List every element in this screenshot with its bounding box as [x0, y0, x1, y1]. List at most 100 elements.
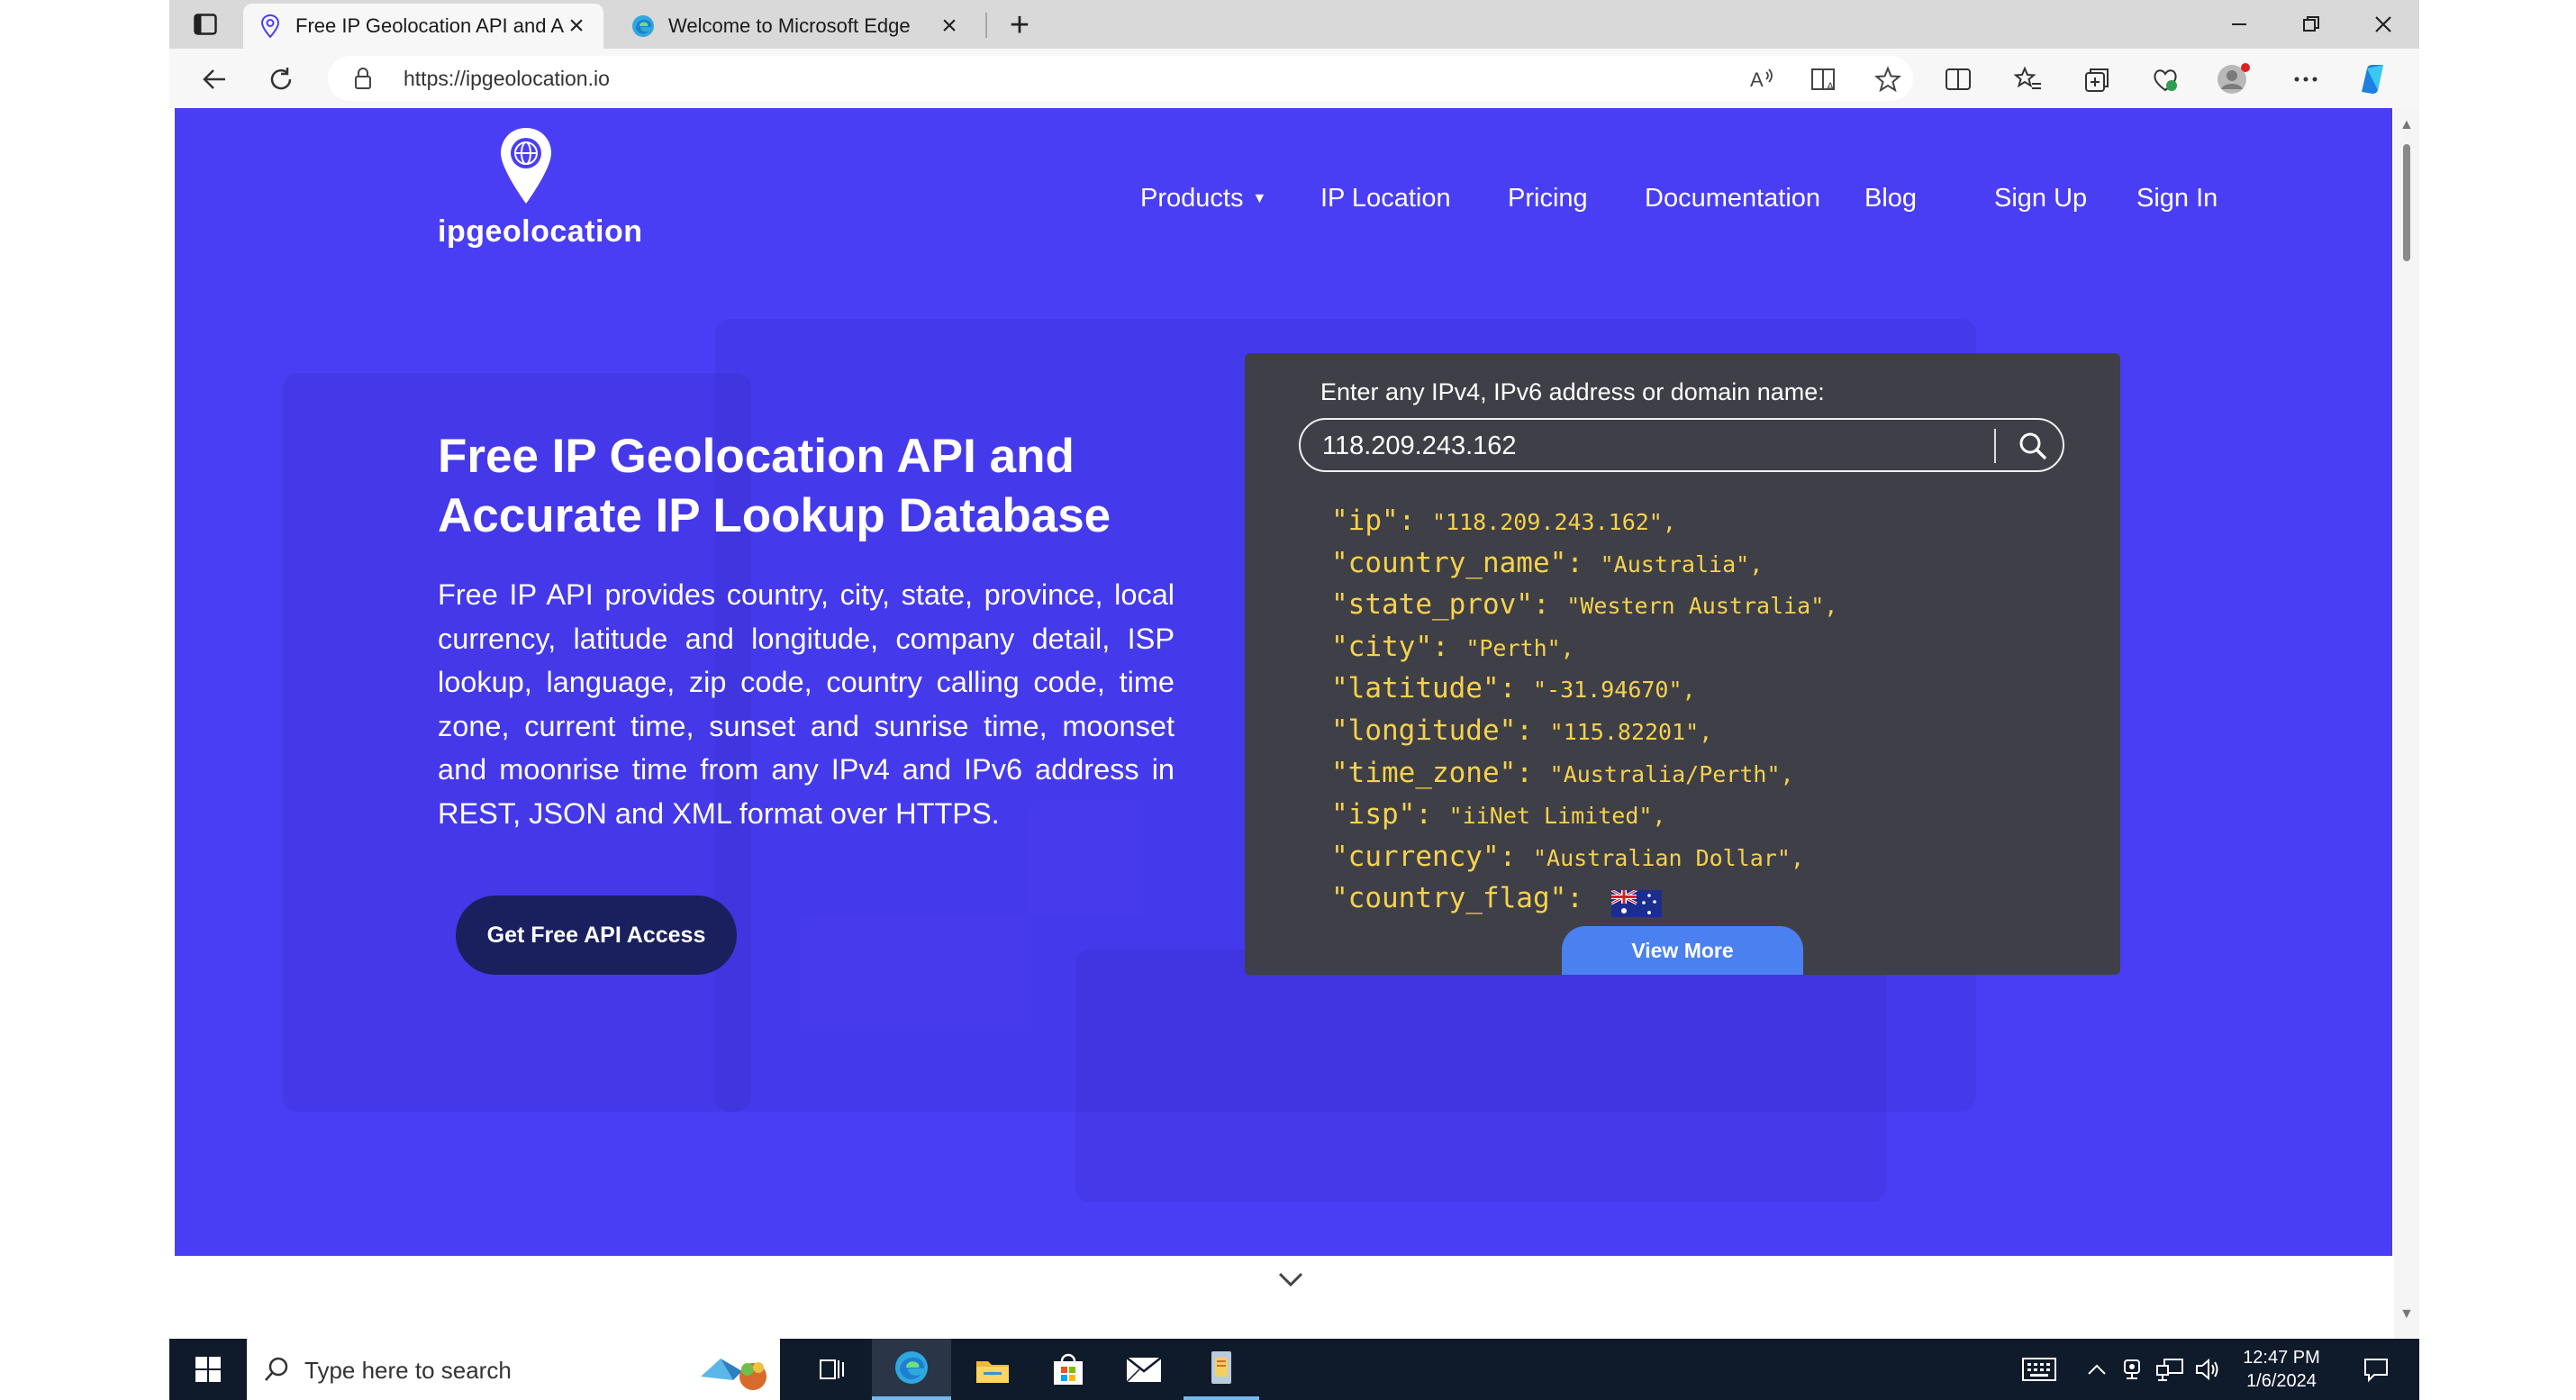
- nav-ip-location[interactable]: IP Location: [1320, 184, 1451, 214]
- json-key: "country_flag":: [1331, 882, 1601, 915]
- scrollbar-thumb[interactable]: [2403, 144, 2410, 261]
- minimize-icon[interactable]: [2203, 0, 2275, 49]
- tab-microsoft-edge[interactable]: Welcome to Microsoft Edge ×: [616, 4, 976, 49]
- tab-title: Free IP Geolocation API and Accu: [295, 14, 564, 37]
- notifications-icon[interactable]: [2349, 1339, 2403, 1400]
- page-viewport: ipgeolocation Products ▼ IP Location Pric…: [175, 108, 2392, 1339]
- clock-date: 1/6/2024: [2246, 1371, 2317, 1391]
- mail-icon[interactable]: [1106, 1339, 1182, 1400]
- tab-actions-button[interactable]: [187, 8, 223, 41]
- search-placeholder[interactable]: Type here to search: [304, 1357, 512, 1385]
- json-key: "latitude":: [1331, 672, 1533, 705]
- json-value: "Western Australia",: [1566, 593, 1838, 620]
- scroll-up-icon[interactable]: ▲: [2399, 117, 2414, 133]
- nav-documentation[interactable]: Documentation: [1645, 184, 1820, 214]
- refresh-icon[interactable]: [261, 59, 301, 99]
- system-clock[interactable]: 12:47 PM 1/6/2024: [2232, 1346, 2331, 1393]
- tab-ipgeolocation[interactable]: Free IP Geolocation API and Accu ×: [243, 4, 603, 49]
- json-value: "-31.94670",: [1532, 677, 1696, 704]
- edge-icon: [630, 14, 656, 39]
- edge-taskbar-icon[interactable]: [872, 1339, 951, 1400]
- json-key: "isp":: [1331, 798, 1449, 832]
- new-tab-icon[interactable]: +: [1002, 6, 1038, 44]
- close-tab-icon[interactable]: ×: [937, 11, 962, 41]
- json-key: "ip":: [1331, 505, 1432, 537]
- nav-products[interactable]: Products ▼: [1140, 184, 1266, 214]
- json-line: "longitude": "115.82201",: [1331, 714, 1837, 757]
- json-line: "currency": "Australian Dollar",: [1331, 841, 1837, 883]
- json-value: "Australia",: [1600, 550, 1764, 577]
- tab-divider: [985, 13, 987, 38]
- json-line: "isp": "iiNet Limited",: [1331, 798, 1837, 841]
- json-line: "ip": "118.209.243.162",: [1331, 505, 1837, 547]
- json-value: "118.209.243.162",: [1431, 509, 1676, 535]
- file-explorer-icon[interactable]: [955, 1339, 1030, 1400]
- get-free-api-access-button[interactable]: Get Free API Access: [456, 895, 737, 975]
- immersive-reader-icon[interactable]: A: [1805, 59, 1845, 99]
- nav-pricing[interactable]: Pricing: [1508, 184, 1588, 214]
- network-icon[interactable]: [2151, 1339, 2189, 1400]
- address-toolbar: https://ipgeolocation.io A A: [169, 49, 2419, 108]
- json-value: "Perth",: [1465, 634, 1574, 661]
- ip-search-input[interactable]: 118.209.243.162: [1299, 418, 2064, 472]
- more-options-icon[interactable]: [2286, 59, 2326, 99]
- browser-essentials-icon[interactable]: [2145, 59, 2185, 99]
- json-line: "city": "Perth",: [1331, 631, 1837, 673]
- tab-actions-icon: [194, 14, 217, 35]
- restore-icon[interactable]: [2275, 0, 2347, 49]
- hero-section: Free IP Geolocation API and Accurate IP …: [175, 265, 2392, 1256]
- json-value: "115.82201",: [1549, 718, 1713, 745]
- json-key: "longitude":: [1331, 714, 1550, 747]
- tab-strip: Free IP Geolocation API and Accu × Welco…: [169, 0, 2419, 49]
- url-text[interactable]: https://ipgeolocation.io: [404, 67, 610, 91]
- scroll-down-icon[interactable]: ▼: [2399, 1306, 2414, 1323]
- collections-icon[interactable]: [2077, 59, 2117, 99]
- input-language-icon[interactable]: [2012, 1339, 2066, 1400]
- microsoft-store-icon[interactable]: [1030, 1339, 1106, 1400]
- search-icon: [265, 1357, 288, 1381]
- profile-avatar-icon[interactable]: [2214, 59, 2254, 99]
- lock-icon[interactable]: [353, 67, 373, 95]
- input-divider: [1994, 429, 1996, 463]
- tab-title: Welcome to Microsoft Edge: [668, 14, 911, 37]
- site-logo[interactable]: ipgeolocation: [438, 126, 642, 252]
- json-line: "country_flag":: [1331, 882, 1837, 924]
- copilot-icon[interactable]: [2353, 59, 2392, 99]
- australia-flag-icon: [1610, 889, 1662, 917]
- json-value: "iiNet Limited",: [1448, 803, 1666, 830]
- task-view-icon[interactable]: [796, 1339, 868, 1400]
- close-tab-icon[interactable]: ×: [564, 11, 589, 41]
- split-screen-icon[interactable]: [1938, 59, 1978, 99]
- notepad-app-icon[interactable]: [1184, 1339, 1259, 1400]
- ip-lookup-panel: Enter any IPv4, IPv6 address or domain n…: [1245, 353, 2120, 975]
- vertical-scrollbar[interactable]: ▲ ▼: [2394, 108, 2419, 1339]
- chevron-down-icon[interactable]: [1277, 1270, 1304, 1293]
- address-bar[interactable]: https://ipgeolocation.io: [328, 56, 1913, 101]
- pin-icon: [258, 14, 283, 39]
- back-icon[interactable]: [195, 59, 234, 99]
- json-line: "state_prov": "Western Australia",: [1331, 588, 1837, 631]
- favorites-list-icon[interactable]: [2009, 59, 2048, 99]
- svg-text:A: A: [1827, 80, 1834, 92]
- json-key: "state_prov":: [1331, 588, 1567, 622]
- read-aloud-icon[interactable]: A: [1742, 59, 1782, 99]
- clock-time: 12:47 PM: [2243, 1348, 2320, 1368]
- hero-title: Free IP Geolocation API and Accurate IP …: [438, 430, 1111, 542]
- favorite-star-icon[interactable]: [1868, 59, 1908, 99]
- start-button[interactable]: [169, 1339, 247, 1400]
- windows-logo-icon: [195, 1357, 221, 1382]
- search-icon[interactable]: [2012, 425, 2054, 467]
- ip-input-value[interactable]: 118.209.243.162: [1322, 432, 1517, 461]
- nav-sign-up[interactable]: Sign Up: [1994, 184, 2087, 214]
- volume-icon[interactable]: [2189, 1339, 2227, 1400]
- view-more-button[interactable]: View More: [1562, 926, 1803, 975]
- close-window-icon[interactable]: [2347, 0, 2419, 49]
- nav-sign-in[interactable]: Sign In: [2136, 184, 2218, 214]
- hero-description: Free IP API provides country, city, stat…: [438, 578, 1175, 830]
- show-hidden-icons-chevron-up-icon[interactable]: [2079, 1339, 2115, 1400]
- nav-blog[interactable]: Blog: [1864, 184, 1917, 214]
- taskbar-search-field[interactable]: Type here to search: [247, 1339, 780, 1400]
- svg-text:A: A: [1750, 68, 1764, 91]
- lookup-prompt: Enter any IPv4, IPv6 address or domain n…: [1320, 378, 1825, 405]
- webcam-tray-icon[interactable]: [2115, 1339, 2151, 1400]
